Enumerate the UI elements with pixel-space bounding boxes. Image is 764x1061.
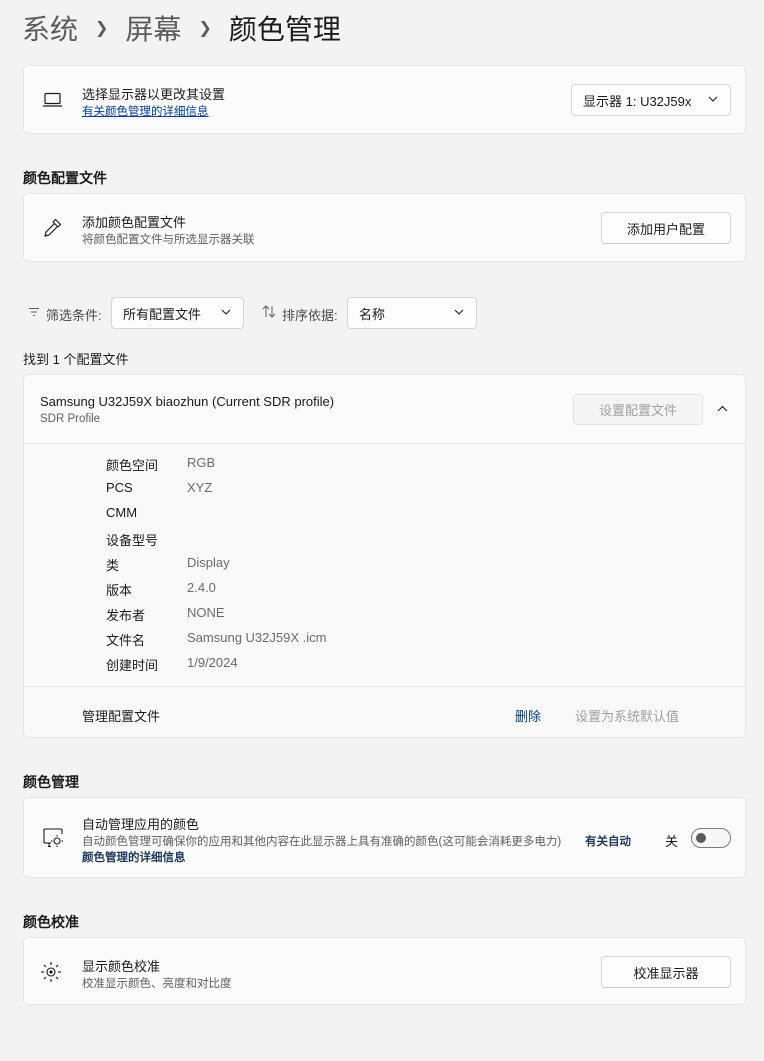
filter-dropdown[interactable]: 所有配置文件 <box>111 297 244 329</box>
property-value: NONE <box>187 605 225 620</box>
toggle-knob <box>696 833 706 843</box>
display-dropdown[interactable]: 显示器 1: U32J59x <box>571 84 731 116</box>
sort-dropdown[interactable]: 名称 <box>347 297 477 329</box>
auto-color-info-link[interactable]: 有关自动 <box>585 833 631 849</box>
property-value: XYZ <box>187 480 213 495</box>
profile-name: Samsung U32J59X biaozhun (Current SDR pr… <box>40 394 335 409</box>
delete-button[interactable]: 删除 <box>515 706 541 725</box>
breadcrumb: 系统 ❯ 屏幕 ❯ 颜色管理 <box>22 8 341 48</box>
property-value: 2.4.0 <box>187 580 216 595</box>
profiles-section-title: 颜色配置文件 <box>23 170 107 186</box>
add-profile-desc: 将颜色配置文件与所选显示器关联 <box>82 234 255 246</box>
property-label: 类 <box>106 558 120 573</box>
breadcrumb-separator-icon: ❯ <box>198 20 212 37</box>
property-label: 文件名 <box>106 633 146 648</box>
auto-color-toggle[interactable] <box>691 828 731 848</box>
property-value: Samsung U32J59X .icm <box>187 630 327 645</box>
auto-color-desc: 自动颜色管理可确保你的应用和其他内容在此显示器上具有准确的颜色(这可能会消耗更多… <box>82 836 562 848</box>
divider <box>24 443 745 444</box>
property-label: 创建时间 <box>106 658 159 673</box>
sort-dropdown-value: 名称 <box>359 306 386 322</box>
display-select-title: 选择显示器以更改其设置 <box>82 87 226 102</box>
chevron-down-icon <box>221 309 231 315</box>
add-profile-title: 添加颜色配置文件 <box>82 215 187 230</box>
calibration-title: 显示颜色校准 <box>82 959 161 974</box>
auto-color-title: 自动管理应用的颜色 <box>82 817 200 832</box>
sort-icon <box>262 305 276 318</box>
property-label: 发布者 <box>106 608 146 623</box>
sort-label: 排序依据: <box>282 308 338 323</box>
chevron-down-icon <box>454 309 464 315</box>
manage-profile-label: 管理配置文件 <box>82 709 161 724</box>
property-value: 1/9/2024 <box>187 655 238 670</box>
breadcrumb-display[interactable]: 屏幕 <box>125 8 181 48</box>
add-user-profile-button[interactable]: 添加用户配置 <box>601 212 731 244</box>
property-label: 版本 <box>106 583 133 598</box>
filter-dropdown-value: 所有配置文件 <box>123 306 202 322</box>
add-profile-card: 添加颜色配置文件 将颜色配置文件与所选显示器关联 添加用户配置 <box>23 193 746 262</box>
auto-color-management-card: 自动管理应用的颜色 自动颜色管理可确保你的应用和其他内容在此显示器上具有准确的颜… <box>23 797 746 878</box>
property-value: RGB <box>187 455 216 470</box>
set-profile-button[interactable]: 设置配置文件 <box>573 394 703 425</box>
property-label: PCS <box>106 480 133 495</box>
auto-color-info-link-line2[interactable]: 颜色管理的详细信息 <box>82 849 186 865</box>
calibration-card: 显示颜色校准 校准显示颜色、亮度和对比度 校准显示器 <box>23 937 746 1005</box>
filter-label: 筛选条件: <box>46 308 102 323</box>
found-count-text: 找到 1 个配置文件 <box>23 352 129 367</box>
display-dropdown-value: 显示器 1: U32J59x <box>583 93 692 109</box>
property-value: Display <box>187 555 230 570</box>
chevron-down-icon <box>708 96 718 102</box>
property-label: CMM <box>106 505 138 520</box>
page-title: 颜色管理 <box>228 14 341 45</box>
filter-icon <box>29 308 39 316</box>
property-label: 设备型号 <box>106 533 159 548</box>
set-system-default-button[interactable]: 设置为系统默认值 <box>575 706 679 725</box>
color-management-info-link[interactable]: 有关颜色管理的详细信息 <box>82 103 209 119</box>
breadcrumb-separator-icon: ❯ <box>95 20 109 37</box>
profile-header[interactable]: Samsung U32J59X biaozhun (Current SDR pr… <box>24 375 745 443</box>
property-label: 颜色空间 <box>106 458 159 473</box>
display-select-card: 选择显示器以更改其设置 有关颜色管理的详细信息 显示器 1: U32J59x <box>23 65 746 134</box>
profile-type: SDR Profile <box>40 413 101 425</box>
display-color-icon <box>43 828 63 848</box>
laptop-icon <box>43 92 62 107</box>
divider <box>24 686 745 687</box>
chevron-up-icon[interactable] <box>717 405 728 412</box>
eyedropper-icon <box>44 218 62 237</box>
color-management-section-title: 颜色管理 <box>23 774 79 790</box>
calibration-desc: 校准显示颜色、亮度和对比度 <box>82 978 232 990</box>
calibrate-display-button[interactable]: 校准显示器 <box>601 956 731 988</box>
brightness-icon <box>41 962 61 982</box>
toggle-state-label: 关 <box>665 834 679 849</box>
profile-card: Samsung U32J59X biaozhun (Current SDR pr… <box>23 374 746 738</box>
calibration-section-title: 颜色校准 <box>23 914 79 930</box>
breadcrumb-system[interactable]: 系统 <box>22 8 78 48</box>
